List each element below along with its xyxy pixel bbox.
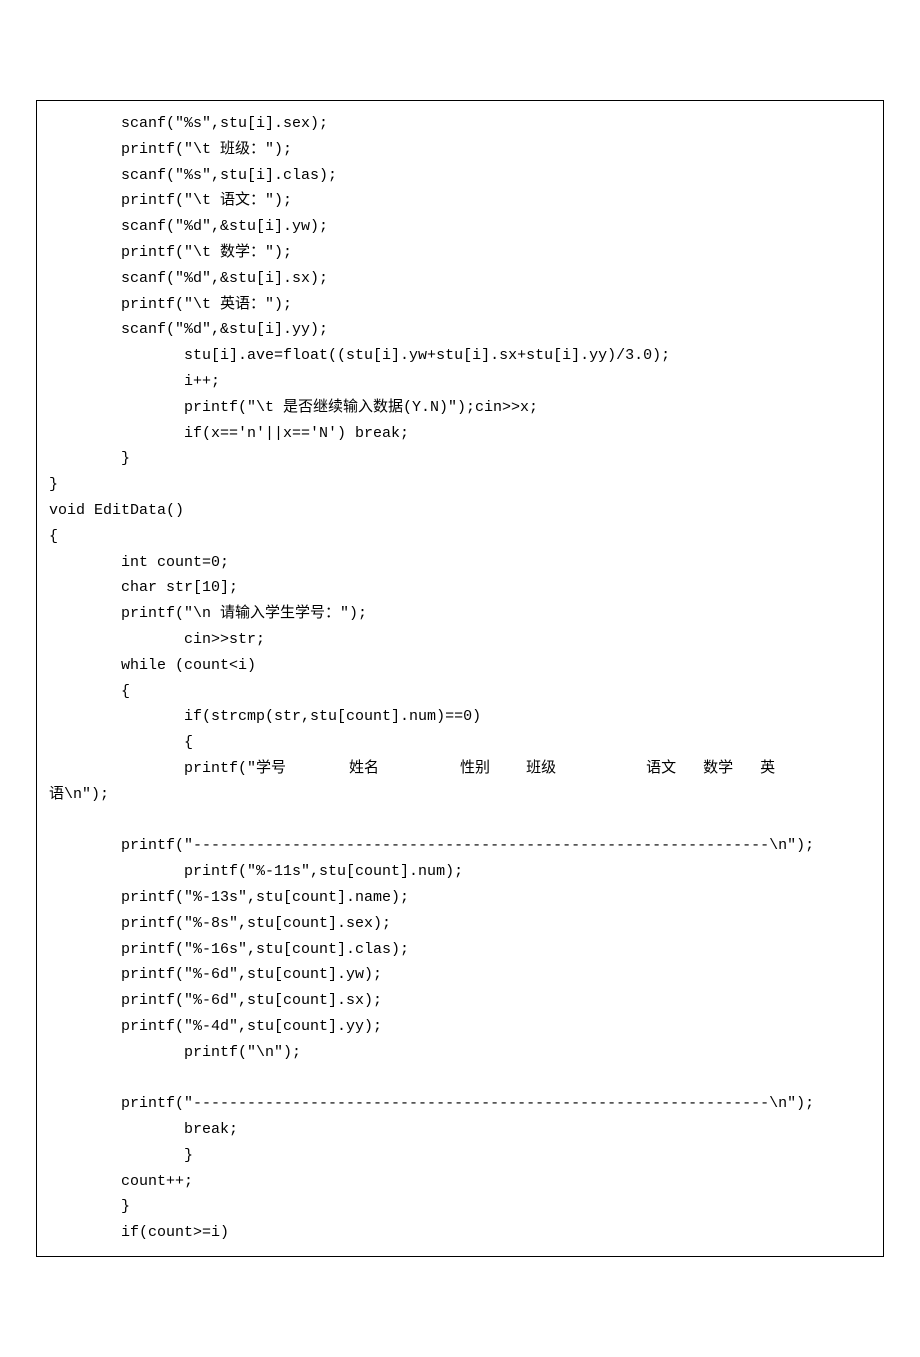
code-text: scanf("%s",stu[i].sex); printf("\t 班级：")…: [49, 111, 871, 1246]
document-page: scanf("%s",stu[i].sex); printf("\t 班级：")…: [0, 0, 920, 1357]
code-block: scanf("%s",stu[i].sex); printf("\t 班级：")…: [36, 100, 884, 1257]
